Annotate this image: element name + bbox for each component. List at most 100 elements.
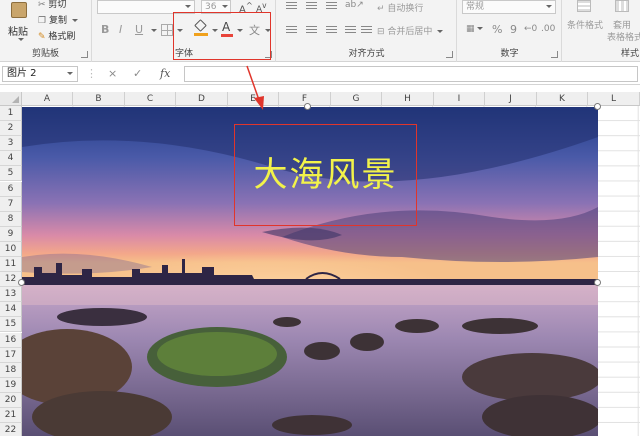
- format-painter-label: 格式刷: [48, 32, 76, 42]
- formula-bar: 图片 2 ⋮ × ✓ fx: [0, 63, 640, 85]
- orientation-icon[interactable]: ab↗: [345, 0, 364, 10]
- table-format-label-2: 表格格式: [607, 33, 640, 43]
- underline-dropdown-icon[interactable]: [149, 26, 157, 36]
- conditional-formatting-button[interactable]: 条件格式: [567, 0, 603, 44]
- bold-button[interactable]: B: [101, 23, 109, 36]
- row-header-3[interactable]: 3: [0, 136, 22, 152]
- row-header-2[interactable]: 2: [0, 121, 22, 137]
- number-group-label: 数字: [500, 49, 519, 59]
- clipboard-launcher-icon[interactable]: [81, 51, 88, 58]
- increase-decimal-icon[interactable]: ←0: [524, 24, 537, 34]
- scissors-icon: ✂: [38, 0, 46, 10]
- column-header-a[interactable]: A: [22, 92, 73, 106]
- clipboard-group: 粘贴 ✂ 剪切 ❐ 复制 ✎ 格式刷 剪贴板: [0, 0, 92, 62]
- picture-handle-top[interactable]: [304, 103, 311, 110]
- number-launcher-icon[interactable]: [551, 51, 558, 58]
- row-header-10[interactable]: 10: [0, 241, 22, 257]
- row-header-19[interactable]: 19: [0, 377, 22, 393]
- merge-center-label: 合并后居中: [387, 27, 433, 37]
- decrease-decimal-icon[interactable]: .00: [541, 24, 555, 34]
- row-header-20[interactable]: 20: [0, 392, 22, 408]
- wrap-text-button[interactable]: ↵ 自动换行: [377, 1, 423, 14]
- row-header-9[interactable]: 9: [0, 226, 22, 242]
- styles-group: 条件格式 套用 表格格式 样式: [563, 0, 640, 62]
- row-header-17[interactable]: 17: [0, 347, 22, 363]
- number-format-value: 常规: [466, 2, 485, 12]
- conditional-formatting-icon: [577, 0, 591, 12]
- insert-function-icon[interactable]: fx: [160, 67, 170, 80]
- column-header-d[interactable]: D: [176, 92, 228, 106]
- copy-label: 复制: [48, 16, 67, 26]
- ribbon: 粘贴 ✂ 剪切 ❐ 复制 ✎ 格式刷 剪贴板 36 A^ Av B I U A …: [0, 0, 640, 62]
- borders-button[interactable]: [161, 24, 173, 36]
- styles-group-label: 样式: [620, 49, 639, 59]
- column-header-j[interactable]: J: [485, 92, 537, 106]
- row-header-1[interactable]: 1: [0, 106, 22, 122]
- name-box-value: 图片 2: [7, 68, 37, 79]
- wrap-text-label: 自动换行: [387, 4, 424, 14]
- align-center-icon[interactable]: [306, 26, 317, 35]
- column-header-e[interactable]: E: [228, 92, 279, 106]
- format-as-table-button[interactable]: 套用 表格格式: [607, 0, 640, 44]
- align-left-icon[interactable]: [286, 26, 297, 35]
- comma-style-button[interactable]: 9: [510, 23, 517, 36]
- row-header-7[interactable]: 7: [0, 196, 22, 212]
- paste-button[interactable]: 粘贴: [4, 0, 34, 44]
- select-all-corner[interactable]: [0, 92, 22, 106]
- name-box[interactable]: 图片 2: [2, 66, 78, 82]
- row-header-13[interactable]: 13: [0, 287, 22, 303]
- clipboard-group-label: 剪贴板: [31, 49, 59, 59]
- cancel-icon[interactable]: ×: [108, 67, 117, 80]
- column-header-k[interactable]: K: [537, 92, 588, 106]
- column-header-b[interactable]: B: [73, 92, 125, 106]
- align-bottom-icon[interactable]: [326, 2, 337, 11]
- row-header-22[interactable]: 22: [0, 423, 22, 436]
- formula-bar-grip-icon: ⋮: [86, 67, 97, 80]
- brush-icon: ✎: [38, 32, 46, 42]
- enter-icon[interactable]: ✓: [133, 67, 142, 80]
- font-color-highlight-box: [173, 12, 271, 60]
- alignment-group: ab↗ ↵ 自动换行 ⊟ 合并后居中 对齐方式: [277, 0, 457, 62]
- underline-button[interactable]: U: [135, 23, 143, 36]
- picture-handle-top-right[interactable]: [594, 103, 601, 110]
- row-header-5[interactable]: 5: [0, 166, 22, 182]
- align-middle-icon[interactable]: [306, 2, 317, 11]
- number-format-select[interactable]: 常规: [462, 0, 556, 14]
- format-painter-button[interactable]: ✎ 格式刷: [38, 29, 75, 42]
- alignment-launcher-icon[interactable]: [446, 51, 453, 58]
- align-top-icon[interactable]: [286, 2, 297, 11]
- row-header-6[interactable]: 6: [0, 181, 22, 197]
- row-header-15[interactable]: 15: [0, 317, 22, 333]
- row-header-21[interactable]: 21: [0, 408, 22, 424]
- alignment-group-label: 对齐方式: [348, 49, 385, 59]
- currency-icon[interactable]: ▦: [466, 24, 483, 34]
- formula-input[interactable]: [184, 66, 638, 82]
- title-textbox[interactable]: 大海风景: [234, 124, 417, 226]
- picture-handle-right[interactable]: [594, 279, 601, 286]
- merge-center-icon: ⊟: [377, 27, 385, 37]
- row-header-14[interactable]: 14: [0, 302, 22, 318]
- cut-button[interactable]: ✂ 剪切: [38, 0, 66, 10]
- column-header-c[interactable]: C: [125, 92, 176, 106]
- copy-button[interactable]: ❐ 复制: [38, 13, 78, 26]
- italic-button[interactable]: I: [119, 23, 122, 36]
- column-header-h[interactable]: H: [382, 92, 434, 106]
- copy-icon: ❐: [38, 16, 47, 26]
- merge-center-button[interactable]: ⊟ 合并后居中: [377, 24, 444, 37]
- column-header-i[interactable]: I: [434, 92, 485, 106]
- row-header-16[interactable]: 16: [0, 332, 22, 348]
- increase-indent-icon[interactable]: [361, 26, 372, 35]
- picture-handle-left[interactable]: [18, 279, 25, 286]
- font-size-value: 36: [205, 2, 217, 12]
- decrease-indent-icon[interactable]: [345, 26, 356, 35]
- table-format-icon: [615, 0, 629, 12]
- row-header-11[interactable]: 11: [0, 257, 22, 273]
- row-header-8[interactable]: 8: [0, 211, 22, 227]
- column-header-g[interactable]: G: [331, 92, 382, 106]
- row-header-4[interactable]: 4: [0, 151, 22, 167]
- percent-button[interactable]: %: [492, 23, 502, 36]
- align-right-icon[interactable]: [326, 26, 337, 35]
- name-box-dropdown-icon[interactable]: [67, 72, 73, 75]
- row-header-18[interactable]: 18: [0, 362, 22, 378]
- paste-dropdown-icon[interactable]: [18, 38, 24, 41]
